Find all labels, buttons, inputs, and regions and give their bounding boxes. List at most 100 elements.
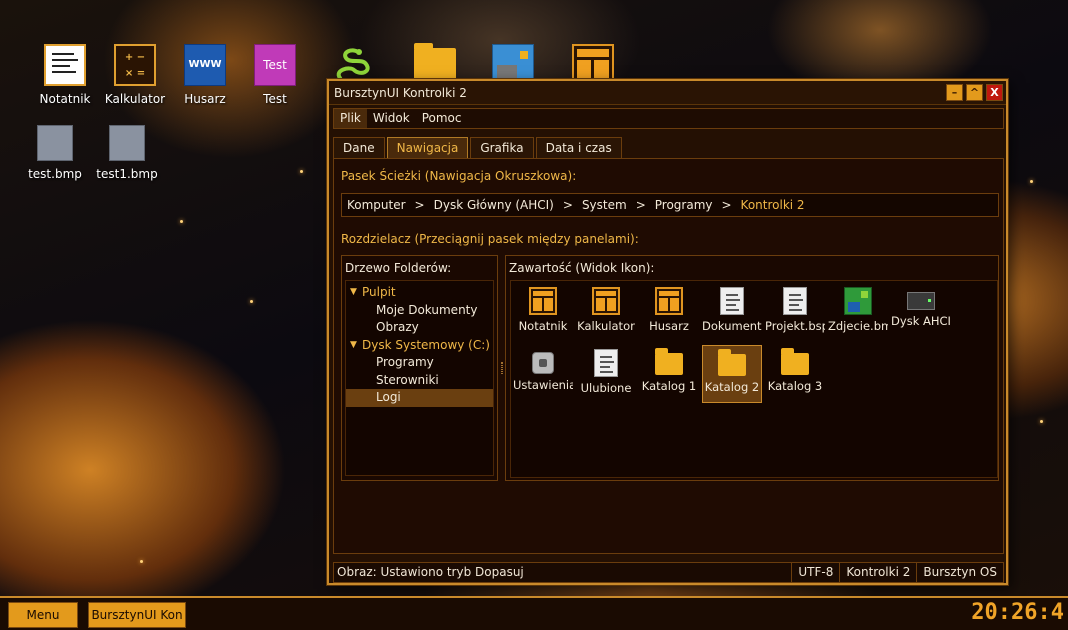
taskbar-window-button[interactable]: BursztynUI Kon — [88, 602, 186, 628]
calculator-icon: + − × = — [114, 44, 156, 86]
menu-bar: Plik Widok Pomoc — [333, 108, 1004, 129]
close-button[interactable]: X — [986, 84, 1003, 101]
tree-node-sterowniki[interactable]: Sterowniki — [346, 372, 493, 390]
app-icon — [655, 287, 683, 315]
file-label: Katalog 1 — [641, 379, 697, 393]
image-icon — [844, 287, 872, 315]
file-item-zdjecie[interactable]: Zdjecie.bm — [828, 283, 888, 339]
splitter: Drzewo Folderów: ▼ Pulpit Moje Dokumenty… — [341, 255, 999, 481]
desktop-icon-notatnik[interactable]: Notatnik — [32, 44, 98, 106]
desktop-icon-test[interactable]: Test Test — [242, 44, 308, 106]
start-menu-button[interactable]: Menu — [8, 602, 78, 628]
tree-node-label: Dysk Systemowy (C:) — [362, 337, 490, 352]
file-label: Husarz — [649, 319, 689, 333]
sparkle — [250, 300, 253, 303]
tab-dane[interactable]: Dane — [333, 137, 385, 159]
sparkle — [1040, 420, 1043, 423]
file-label: Notatnik — [518, 319, 568, 333]
file-item-kalkulator[interactable]: Kalkulator — [576, 283, 636, 339]
sparkle — [300, 170, 303, 173]
desktop-icon-test-bmp[interactable]: test.bmp — [22, 125, 88, 181]
desktop-icon-test1-bmp[interactable]: test1.bmp — [94, 125, 160, 181]
folder-icon — [781, 348, 809, 375]
expand-caret-icon[interactable]: ▼ — [350, 337, 357, 355]
file-item-ulubione[interactable]: Ulubione — [576, 345, 636, 401]
file-item-notatnik[interactable]: Notatnik — [513, 283, 573, 339]
file-label: Kalkulator — [577, 319, 635, 333]
status-app: Kontrolki 2 — [839, 563, 916, 582]
tab-grafika[interactable]: Grafika — [470, 137, 534, 159]
tab-bar: Dane Nawigacja Grafika Data i czas — [333, 137, 624, 159]
status-message: Obraz: Ustawiono tryb Dopasuj — [337, 565, 524, 579]
breadcrumb-item[interactable]: Komputer — [347, 198, 406, 212]
breadcrumb: Komputer > Dysk Główny (AHCI) > System >… — [341, 193, 999, 217]
folder-icon — [718, 349, 746, 376]
minimize-button[interactable]: – — [946, 84, 963, 101]
folder-icon — [655, 348, 683, 375]
file-item-projekt[interactable]: Projekt.bsp — [765, 283, 825, 339]
menu-widok[interactable]: Widok — [367, 109, 416, 128]
desktop-icon-label: test1.bmp — [96, 167, 158, 181]
settings-icon — [532, 352, 554, 374]
folder-tree-pane: Drzewo Folderów: ▼ Pulpit Moje Dokumenty… — [341, 255, 498, 481]
breadcrumb-item[interactable]: Programy — [655, 198, 713, 212]
desktop-icon-label: Husarz — [184, 92, 226, 106]
tree-node-moje-dokumenty[interactable]: Moje Dokumenty — [346, 302, 493, 320]
file-item-husarz[interactable]: Husarz — [639, 283, 699, 339]
file-item-dysk-ahci[interactable]: Dysk AHCI — [891, 283, 951, 339]
tree-node-logi[interactable]: Logi — [346, 389, 493, 407]
status-bar: Obraz: Ustawiono tryb Dopasuj UTF-8 Kont… — [333, 562, 1004, 583]
desktop-icon-label: Notatnik — [39, 92, 91, 106]
disk-icon — [907, 292, 935, 310]
file-label: Katalog 2 — [704, 380, 760, 394]
breadcrumb-current[interactable]: Kontrolki 2 — [741, 198, 805, 212]
menu-pomoc[interactable]: Pomoc — [416, 109, 468, 128]
desktop-icon-husarz[interactable]: WWW Husarz — [172, 44, 238, 106]
breadcrumb-label: Pasek Ścieżki (Nawigacja Okruszkowa): — [341, 169, 577, 183]
app-window: BursztynUI Kontrolki 2 – ^ X Plik Widok … — [327, 79, 1008, 585]
document-icon — [720, 287, 744, 315]
splitter-label: Rozdzielacz (Przeciągnij pasek między pa… — [341, 232, 639, 246]
expand-caret-icon[interactable]: ▼ — [350, 284, 357, 302]
file-item-katalog-2[interactable]: Katalog 2 — [702, 345, 762, 403]
sparkle — [140, 560, 143, 563]
desktop-icon-kalkulator[interactable]: + − × = Kalkulator — [102, 44, 168, 106]
menu-plik[interactable]: Plik — [334, 109, 367, 128]
desktop-icon-label: test.bmp — [28, 167, 82, 181]
document-icon — [783, 287, 807, 315]
tab-panel: Pasek Ścieżki (Nawigacja Okruszkowa): Ko… — [333, 158, 1004, 554]
splitter-handle[interactable] — [498, 255, 505, 481]
file-item-katalog-1[interactable]: Katalog 1 — [639, 345, 699, 401]
tree-node-obrazy[interactable]: Obrazy — [346, 319, 493, 337]
file-label: Ustawienia — [513, 378, 573, 392]
title-bar[interactable]: BursztynUI Kontrolki 2 – ^ X — [329, 81, 1006, 105]
tree-title: Drzewo Folderów: — [345, 261, 452, 275]
file-label: Katalog 3 — [767, 379, 823, 393]
maximize-button[interactable]: ^ — [966, 84, 983, 101]
file-label: Ulubione — [580, 381, 632, 395]
tree-node-programy[interactable]: Programy — [346, 354, 493, 372]
bitmap-icon — [109, 125, 145, 161]
app-icon — [592, 287, 620, 315]
breadcrumb-separator: > — [562, 198, 573, 212]
tab-nawigacja[interactable]: Nawigacja — [386, 137, 469, 159]
file-label: Dokument.t — [702, 319, 762, 333]
status-os: Bursztyn OS — [916, 563, 1003, 582]
breadcrumb-separator: > — [414, 198, 425, 212]
tree-node-label: Pulpit — [362, 285, 396, 299]
file-item-katalog-3[interactable]: Katalog 3 — [765, 345, 825, 401]
document-icon — [594, 349, 618, 377]
breadcrumb-item[interactable]: System — [582, 198, 627, 212]
file-item-dokument[interactable]: Dokument.t — [702, 283, 762, 339]
tab-data-i-czas[interactable]: Data i czas — [535, 137, 622, 159]
test-app-icon: Test — [254, 44, 296, 86]
file-item-ustawienia[interactable]: Ustawienia — [513, 345, 573, 401]
tree-node-pulpit[interactable]: ▼ Pulpit — [346, 284, 493, 302]
sparkle — [180, 220, 183, 223]
tree-node-dysk-systemowy[interactable]: ▼ Dysk Systemowy (C:) — [346, 337, 493, 355]
icon-view: Notatnik Kalkulator Husarz Dokument.t — [510, 280, 998, 478]
sparkle — [1030, 180, 1033, 183]
breadcrumb-item[interactable]: Dysk Główny (AHCI) — [434, 198, 554, 212]
file-label: Zdjecie.bm — [828, 319, 888, 333]
browser-icon: WWW — [184, 44, 226, 86]
